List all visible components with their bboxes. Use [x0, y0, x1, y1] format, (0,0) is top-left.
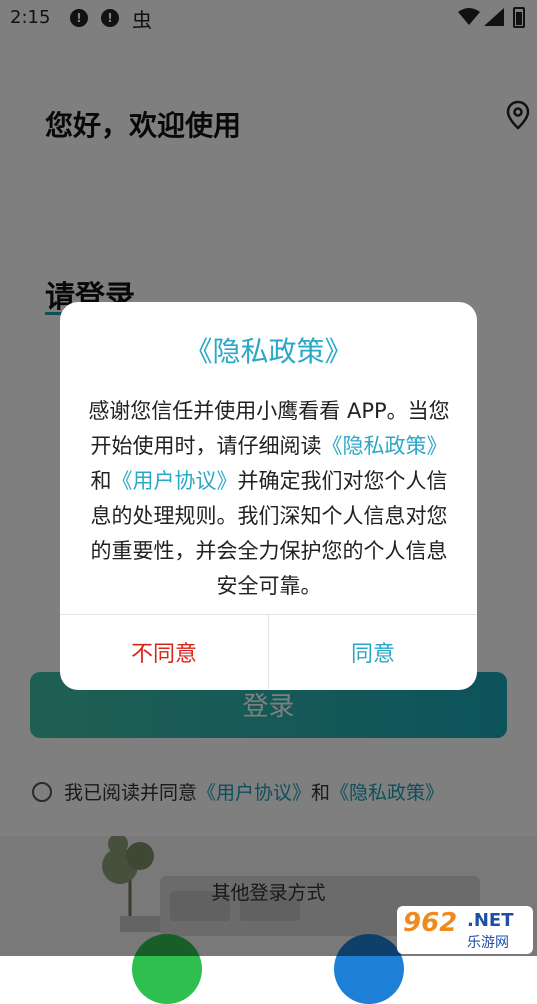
dialog-text-2: 和	[90, 469, 112, 493]
watermark-cn: 乐游网	[467, 935, 509, 951]
dialog-privacy-link[interactable]: 《隐私政策》	[322, 434, 448, 458]
privacy-dialog: 《隐私政策》 感谢您信任并使用小鹰看看 APP。当您开始使用时，请仔细阅读《隐私…	[60, 302, 477, 690]
agree-button[interactable]: 同意	[269, 615, 477, 690]
dialog-title: 《隐私政策》	[184, 335, 353, 368]
site-watermark-logo: 962 .NET 乐游网	[397, 906, 533, 954]
disagree-button[interactable]: 不同意	[60, 615, 268, 690]
watermark-number: 962	[403, 908, 458, 938]
watermark-net: .NET	[467, 910, 514, 931]
dialog-body: 感谢您信任并使用小鹰看看 APP。当您开始使用时，请仔细阅读《隐私政策》和《用户…	[86, 394, 452, 604]
dialog-user-agreement-link[interactable]: 《用户协议》	[112, 469, 238, 493]
